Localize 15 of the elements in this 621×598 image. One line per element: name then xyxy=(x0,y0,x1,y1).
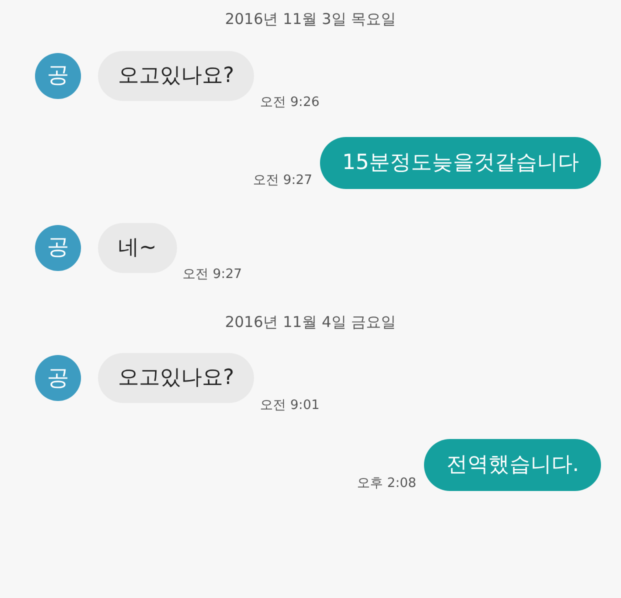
message-bubble: 오고있나요? xyxy=(98,353,254,403)
avatar[interactable]: 공 xyxy=(35,52,81,98)
message-bubble: 전역했습니다. xyxy=(424,439,601,491)
message-time: 오전 9:27 xyxy=(182,266,242,284)
message-time: 오전 9:01 xyxy=(260,396,320,414)
message-time: 오전 9:26 xyxy=(260,94,320,112)
message-time: 오전 9:27 xyxy=(252,172,312,190)
avatar[interactable]: 공 xyxy=(35,224,81,270)
date-separator: 2016년 11월 3일 목요일 xyxy=(224,9,396,30)
message-time: 오후 2:08 xyxy=(356,474,416,492)
avatar[interactable]: 공 xyxy=(35,355,81,401)
message-bubble: 네~ xyxy=(98,222,177,272)
message-bubble: 오고있나요? xyxy=(98,50,254,100)
message-bubble: 15분정도늦을것같습니다 xyxy=(320,136,601,188)
date-separator: 2016년 11월 4일 금요일 xyxy=(224,312,396,332)
